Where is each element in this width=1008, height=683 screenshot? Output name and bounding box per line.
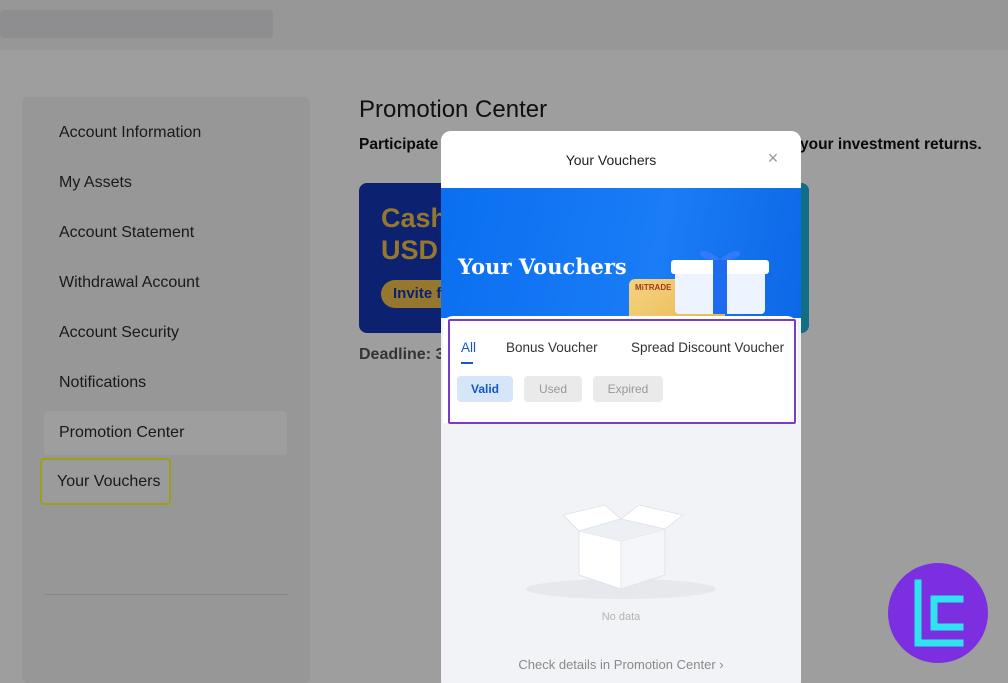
voucher-tabs-panel: All Bonus Voucher Spread Discount Vouche…: [443, 316, 797, 424]
card-brand-label: MiTRADE: [635, 283, 672, 292]
logo-glyph-icon: [914, 579, 964, 647]
brand-logo-icon: [888, 563, 988, 663]
vouchers-banner: Your Vouchers MiTRADE: [441, 188, 801, 318]
empty-box-icon: [526, 504, 716, 599]
vouchers-modal: Your Vouchers × Your Vouchers MiTRADE Al…: [441, 131, 801, 683]
empty-state-text: No data: [601, 611, 641, 623]
close-icon[interactable]: ×: [763, 148, 783, 168]
promotion-center-link[interactable]: Check details in Promotion Center ›: [441, 657, 801, 672]
modal-title: Your Vouchers: [565, 152, 657, 168]
tabs-highlight-outline: [448, 319, 796, 424]
gift-box-icon: [671, 251, 769, 314]
banner-title: Your Vouchers: [458, 254, 627, 279]
modal-header: Your Vouchers ×: [441, 131, 801, 188]
